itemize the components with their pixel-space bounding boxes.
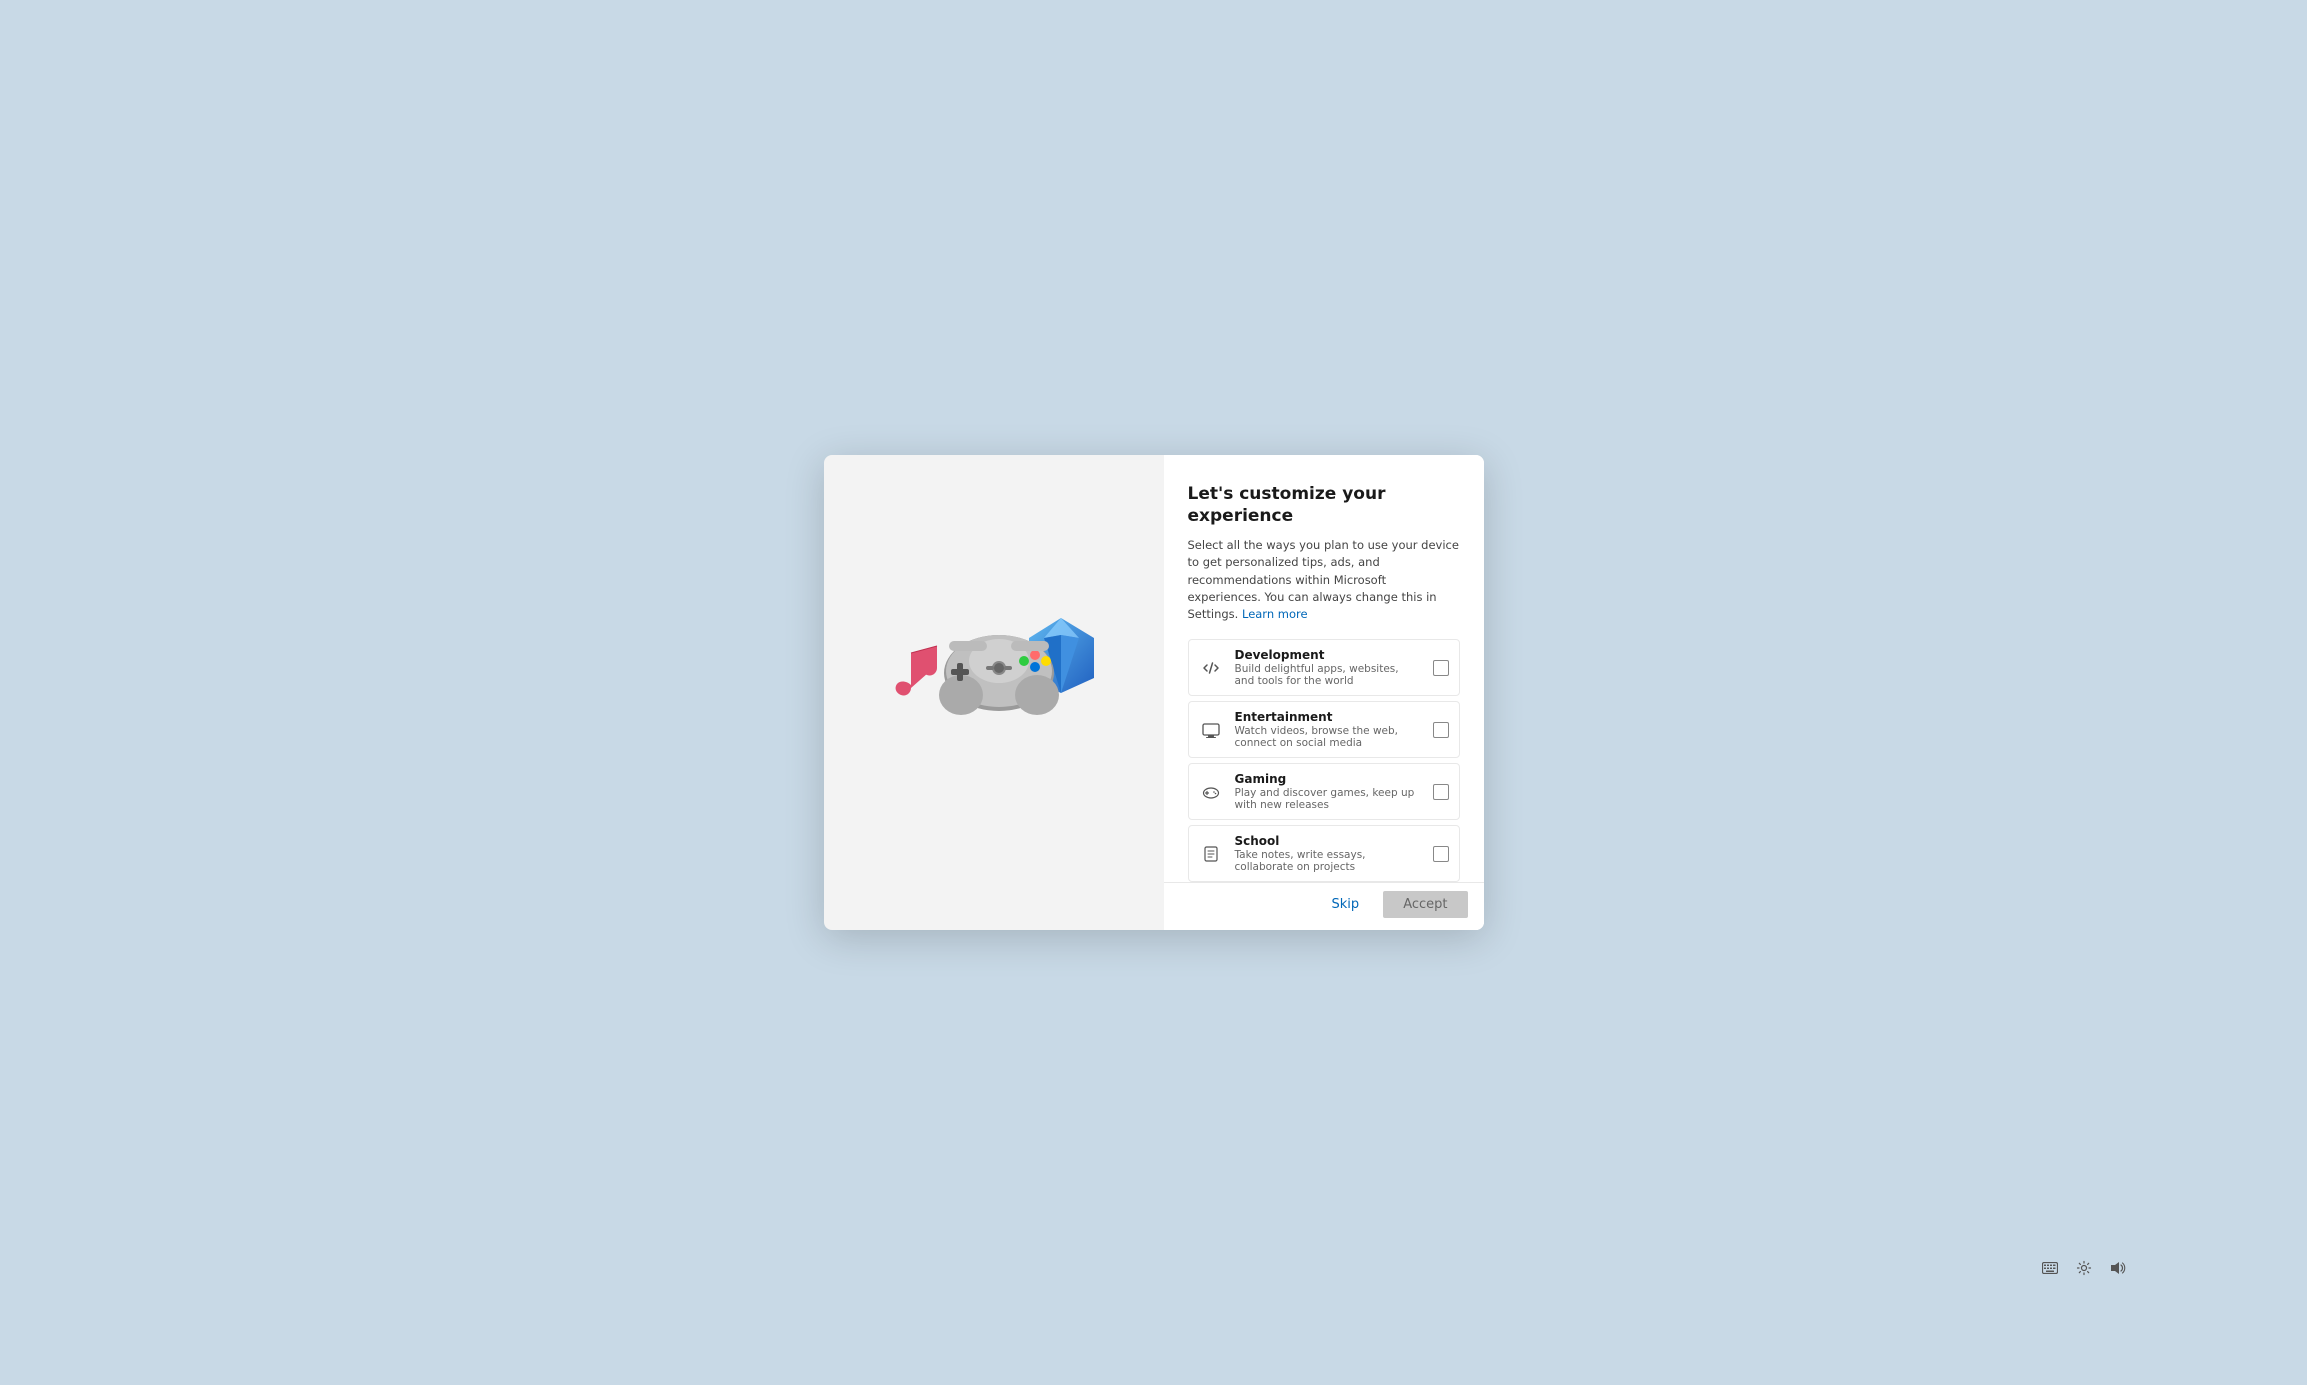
dialog-description: Select all the ways you plan to use your…	[1188, 537, 1460, 623]
school-title: School	[1235, 834, 1421, 848]
entertainment-icon	[1199, 718, 1223, 742]
option-development[interactable]: Development Build delightful apps, websi…	[1188, 639, 1460, 696]
school-text: School Take notes, write essays, collabo…	[1235, 834, 1421, 873]
dialog-title: Let's customize your experience	[1188, 483, 1460, 527]
description-text: Select all the ways you plan to use your…	[1188, 538, 1459, 621]
development-text: Development Build delightful apps, websi…	[1235, 648, 1421, 687]
development-desc: Build delightful apps, websites, and too…	[1235, 663, 1421, 687]
illustration-inner	[889, 603, 1099, 783]
school-icon	[1199, 842, 1223, 866]
entertainment-checkbox[interactable]	[1433, 722, 1449, 738]
learn-more-link[interactable]: Learn more	[1242, 607, 1308, 621]
content-panel: Let's customize your experience Select a…	[1164, 455, 1484, 930]
game-controller-icon	[929, 613, 1059, 723]
option-entertainment[interactable]: Entertainment Watch videos, browse the w…	[1188, 701, 1460, 758]
dialog-footer: Skip Accept	[1164, 882, 1484, 930]
option-school[interactable]: School Take notes, write essays, collabo…	[1188, 825, 1460, 882]
entertainment-title: Entertainment	[1235, 710, 1421, 724]
gaming-checkbox[interactable]	[1433, 784, 1449, 800]
skip-button[interactable]: Skip	[1316, 891, 1376, 918]
entertainment-text: Entertainment Watch videos, browse the w…	[1235, 710, 1421, 749]
development-checkbox[interactable]	[1433, 660, 1449, 676]
customize-dialog: Let's customize your experience Select a…	[824, 455, 1484, 930]
option-gaming[interactable]: Gaming Play and discover games, keep up …	[1188, 763, 1460, 820]
taskbar-icons	[2041, 1259, 2127, 1277]
development-title: Development	[1235, 648, 1421, 662]
illustration-panel	[824, 455, 1164, 930]
gaming-icon	[1199, 780, 1223, 804]
development-icon	[1199, 656, 1223, 680]
options-list: Development Build delightful apps, websi…	[1188, 639, 1460, 882]
gaming-text: Gaming Play and discover games, keep up …	[1235, 772, 1421, 811]
taskbar-keyboard-icon[interactable]	[2041, 1259, 2059, 1277]
taskbar-settings-icon[interactable]	[2075, 1259, 2093, 1277]
school-checkbox[interactable]	[1433, 846, 1449, 862]
taskbar-volume-icon[interactable]	[2109, 1259, 2127, 1277]
school-desc: Take notes, write essays, collaborate on…	[1235, 849, 1421, 873]
entertainment-desc: Watch videos, browse the web, connect on…	[1235, 725, 1421, 749]
gaming-title: Gaming	[1235, 772, 1421, 786]
content-scroll-area[interactable]: Let's customize your experience Select a…	[1164, 455, 1484, 882]
gaming-desc: Play and discover games, keep up with ne…	[1235, 787, 1421, 811]
accept-button[interactable]: Accept	[1383, 891, 1467, 918]
